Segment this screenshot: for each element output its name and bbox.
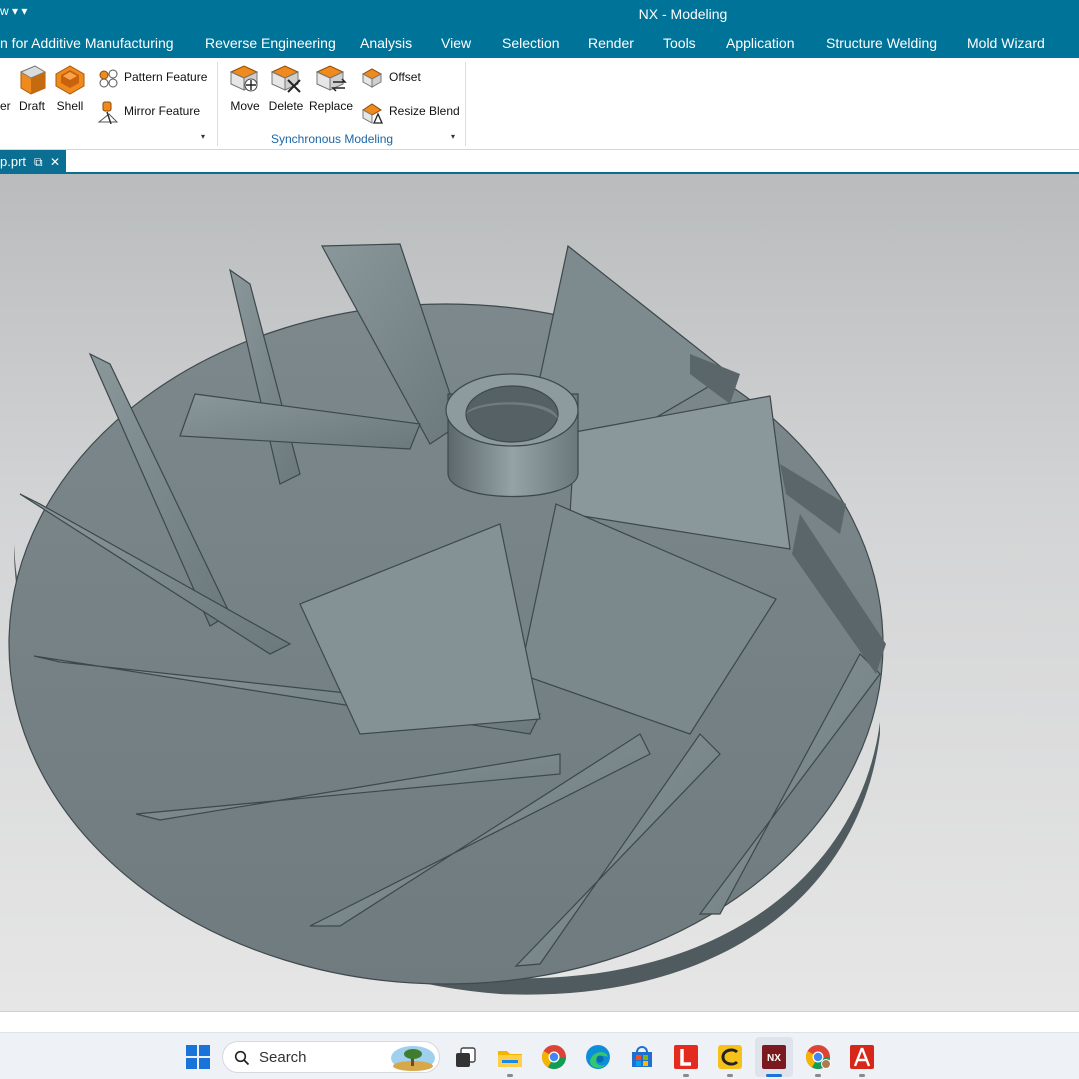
offset-region-icon: [361, 68, 383, 88]
tab-application[interactable]: Application: [726, 35, 795, 51]
replace-label: Replace: [308, 99, 354, 113]
tab-render[interactable]: Render: [588, 35, 634, 51]
window-title: NX - Modeling: [638, 6, 728, 22]
pattern-feature-icon: [99, 69, 118, 88]
offset-region-button[interactable]: Offset: [360, 65, 421, 89]
nx-app-icon[interactable]: NX: [760, 1043, 788, 1071]
pattern-feature-button[interactable]: Pattern Feature: [97, 65, 207, 89]
replace-face-button[interactable]: Replace: [308, 62, 354, 113]
windows-taskbar: Search NX: [0, 1032, 1079, 1079]
nx-window: w ▾ ▾ NX - Modeling n for Additive Manuf…: [0, 0, 1079, 1079]
mirror-feature-button[interactable]: Mirror Feature: [97, 99, 201, 125]
active-indicator: [766, 1074, 782, 1077]
sync-group-more-icon[interactable]: ▾: [451, 132, 455, 141]
l-app-icon[interactable]: [672, 1043, 700, 1071]
file-explorer-icon[interactable]: [496, 1043, 524, 1071]
group-separator: [217, 62, 218, 146]
shell-button[interactable]: Shell: [52, 62, 88, 113]
resize-blend-icon: [362, 103, 384, 124]
close-icon[interactable]: ✕: [50, 155, 60, 169]
running-indicator: [683, 1074, 689, 1077]
draft-label: Draft: [18, 99, 45, 113]
cut-off-label: er: [0, 99, 11, 113]
shell-icon: [55, 65, 85, 95]
mirror-feature-label: Mirror Feature: [124, 104, 201, 118]
tab-tools[interactable]: Tools: [663, 35, 696, 51]
delete-face-icon: [270, 65, 301, 93]
ribbon-panel: er Draft Shell Pattern Feature Mirror Fe…: [0, 58, 1079, 150]
delete-face-button[interactable]: Delete: [266, 62, 306, 113]
replace-face-icon: [315, 65, 347, 92]
chrome-profile-icon[interactable]: [804, 1043, 832, 1071]
impeller-model: [8, 243, 886, 995]
delete-label: Delete: [268, 99, 304, 113]
taskbar-search-box[interactable]: Search: [222, 1041, 440, 1073]
cut-off-button[interactable]: er: [0, 99, 11, 113]
undock-icon[interactable]: ⧉: [34, 155, 43, 170]
draft-button[interactable]: Draft: [14, 62, 50, 113]
graphics-window[interactable]: [0, 174, 1079, 1011]
running-indicator: [727, 1074, 733, 1077]
acrobat-icon[interactable]: [848, 1043, 876, 1071]
offset-label: Offset: [389, 70, 421, 84]
microsoft-store-icon[interactable]: [628, 1043, 656, 1071]
feature-group-more-icon[interactable]: ▾: [201, 132, 205, 141]
running-indicator: [507, 1074, 513, 1077]
tab-mold-wizard[interactable]: Mold Wizard: [967, 35, 1045, 51]
running-indicator: [815, 1074, 821, 1077]
ribbon-tab-bar: n for Additive Manufacturing Reverse Eng…: [0, 29, 1079, 58]
move-face-button[interactable]: Move: [226, 62, 264, 113]
group-separator: [465, 62, 466, 146]
tab-additive-manufacturing[interactable]: n for Additive Manufacturing: [0, 35, 174, 51]
impeller-hub: [445, 373, 579, 498]
search-icon: [234, 1050, 250, 1066]
resize-blend-label: Resize Blend: [389, 104, 460, 118]
document-tab[interactable]: p.prt ⧉ ✕: [0, 150, 66, 174]
document-tab-bar: p.prt ⧉ ✕: [0, 150, 1079, 174]
pattern-feature-label: Pattern Feature: [124, 70, 208, 84]
tab-analysis[interactable]: Analysis: [360, 35, 412, 51]
title-bar: w ▾ ▾ NX - Modeling: [0, 0, 1079, 29]
running-indicator: [859, 1074, 865, 1077]
synchronous-modeling-group-label: Synchronous Modeling: [271, 132, 394, 146]
move-face-icon: [229, 65, 259, 92]
shell-label: Shell: [56, 99, 84, 113]
tab-view[interactable]: View: [441, 35, 471, 51]
draft-icon: [19, 65, 47, 95]
search-placeholder: Search: [259, 1049, 307, 1066]
document-tab-name: p.prt: [0, 154, 27, 169]
svg-text:NX: NX: [767, 1053, 781, 1064]
move-label: Move: [230, 99, 260, 113]
tab-reverse-engineering[interactable]: Reverse Engineering: [205, 35, 336, 51]
task-view-icon[interactable]: [452, 1043, 480, 1071]
tab-selection[interactable]: Selection: [502, 35, 560, 51]
search-highlight-tree-icon: [391, 1046, 435, 1071]
resize-blend-button[interactable]: Resize Blend: [360, 99, 460, 124]
edge-icon[interactable]: [584, 1043, 612, 1071]
status-bar: [0, 1011, 1079, 1032]
tab-structure-welding[interactable]: Structure Welding: [826, 35, 937, 51]
start-windows-icon[interactable]: [184, 1043, 212, 1071]
chrome-icon[interactable]: [540, 1043, 568, 1071]
mirror-feature-icon: [97, 101, 119, 125]
c-app-icon[interactable]: [716, 1043, 744, 1071]
